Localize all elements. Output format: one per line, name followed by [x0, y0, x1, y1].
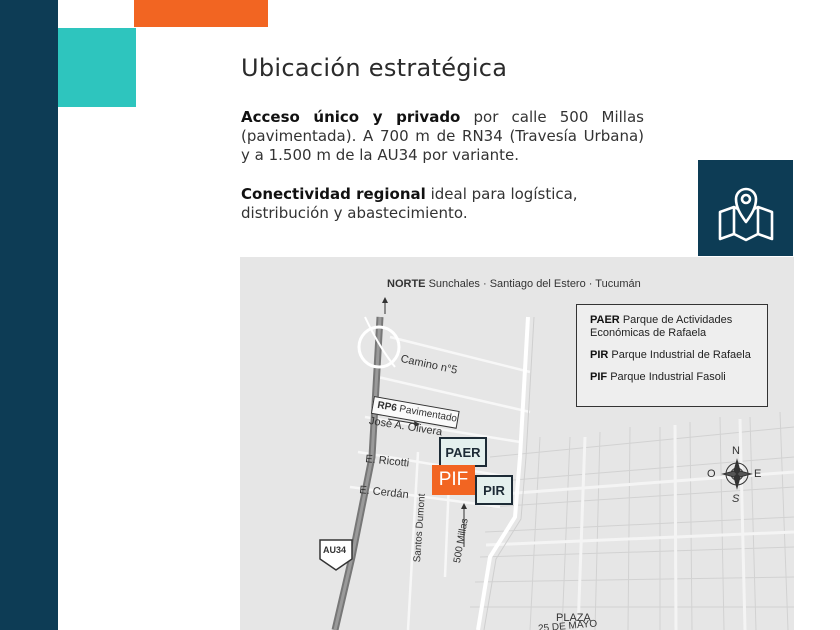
north-direction-label: NORTE Sunchales · Santiago del Estero · …	[387, 278, 641, 290]
teal-accent-block	[58, 28, 136, 107]
legend-item-pir: PIR Parque Industrial de Rafaela	[590, 349, 751, 361]
pir-marker: PIR	[475, 475, 513, 505]
compass-north: N	[732, 445, 740, 457]
connectivity-bold: Conectividad regional	[241, 185, 426, 203]
location-icon-box	[698, 160, 793, 256]
page-title: Ubicación estratégica	[241, 54, 508, 82]
paer-marker: PAER	[439, 437, 487, 467]
orange-accent-block	[134, 0, 268, 27]
au34-shield-label: AU34	[323, 545, 347, 555]
access-paragraph: Acceso único y privado por calle 500 Mil…	[241, 108, 644, 165]
compass-west: O	[707, 468, 716, 480]
access-bold: Acceso único y privado	[241, 108, 461, 126]
pif-marker: PIF	[432, 465, 475, 495]
location-map: NORTE Sunchales · Santiago del Estero · …	[240, 257, 794, 630]
map-legend: PAER Parque de Actividades Económicas de…	[576, 304, 768, 407]
compass-south: S	[732, 493, 740, 505]
compass-east: E	[754, 468, 762, 480]
left-accent-bar	[0, 0, 58, 630]
legend-item-pif: PIF Parque Industrial Fasoli	[590, 371, 726, 383]
legend-item-paer: PAER Parque de Actividades Económicas de…	[590, 314, 733, 339]
connectivity-paragraph: Conectividad regional ideal para logísti…	[241, 185, 644, 223]
map-pin-icon	[718, 187, 774, 242]
